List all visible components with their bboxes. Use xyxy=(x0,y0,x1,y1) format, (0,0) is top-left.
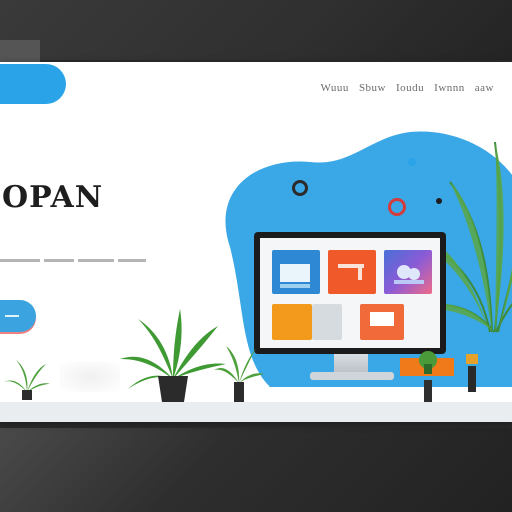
get-started-button[interactable] xyxy=(0,64,66,104)
hero-subtitle-placeholder xyxy=(0,259,146,262)
ring-icon xyxy=(292,180,308,196)
top-nav: Wuuu Sbuw Ioudu Iwnnn aaw xyxy=(320,82,494,94)
plant-icon xyxy=(120,309,226,402)
backdrop-top xyxy=(0,0,512,60)
website-mockup: Wuuu Sbuw Ioudu Iwnnn aaw OPAN xyxy=(0,62,512,422)
monitor-base xyxy=(310,372,394,380)
gradient-tile[interactable] xyxy=(384,250,432,294)
bar-icon xyxy=(338,264,364,280)
ring-icon xyxy=(388,198,406,216)
button-dash xyxy=(5,315,19,317)
chart-tile[interactable] xyxy=(272,250,320,294)
hero-subtitle xyxy=(0,258,150,266)
window-icon xyxy=(370,312,394,326)
orange-tile[interactable] xyxy=(272,304,312,340)
shadow-blob xyxy=(60,362,120,392)
monitor-stand xyxy=(334,354,368,374)
page-footer-strip xyxy=(0,402,512,422)
cloud-icon xyxy=(394,265,424,284)
monitor-screen xyxy=(260,238,440,348)
nav-item-5[interactable]: aaw xyxy=(475,82,494,94)
hero-cta-button[interactable] xyxy=(0,300,36,332)
nav-item-2[interactable]: Sbuw xyxy=(359,82,386,94)
nav-item-3[interactable]: Ioudu xyxy=(396,82,424,94)
pendant-lamp-icon xyxy=(466,354,478,392)
red-tile[interactable] xyxy=(360,304,404,340)
grey-tile[interactable] xyxy=(312,304,342,340)
plant-icon xyxy=(214,346,264,402)
plant-icon xyxy=(4,360,50,400)
chart-icon xyxy=(280,264,310,288)
nav-item-4[interactable]: Iwnnn xyxy=(434,82,465,94)
monitor-icon xyxy=(254,232,446,354)
bar-tile[interactable] xyxy=(328,250,376,294)
nav-item-1[interactable]: Wuuu xyxy=(320,82,348,94)
small-plant-pot-icon xyxy=(400,351,454,376)
hero-title: OPAN xyxy=(2,180,104,215)
backdrop-bottom xyxy=(0,428,512,512)
